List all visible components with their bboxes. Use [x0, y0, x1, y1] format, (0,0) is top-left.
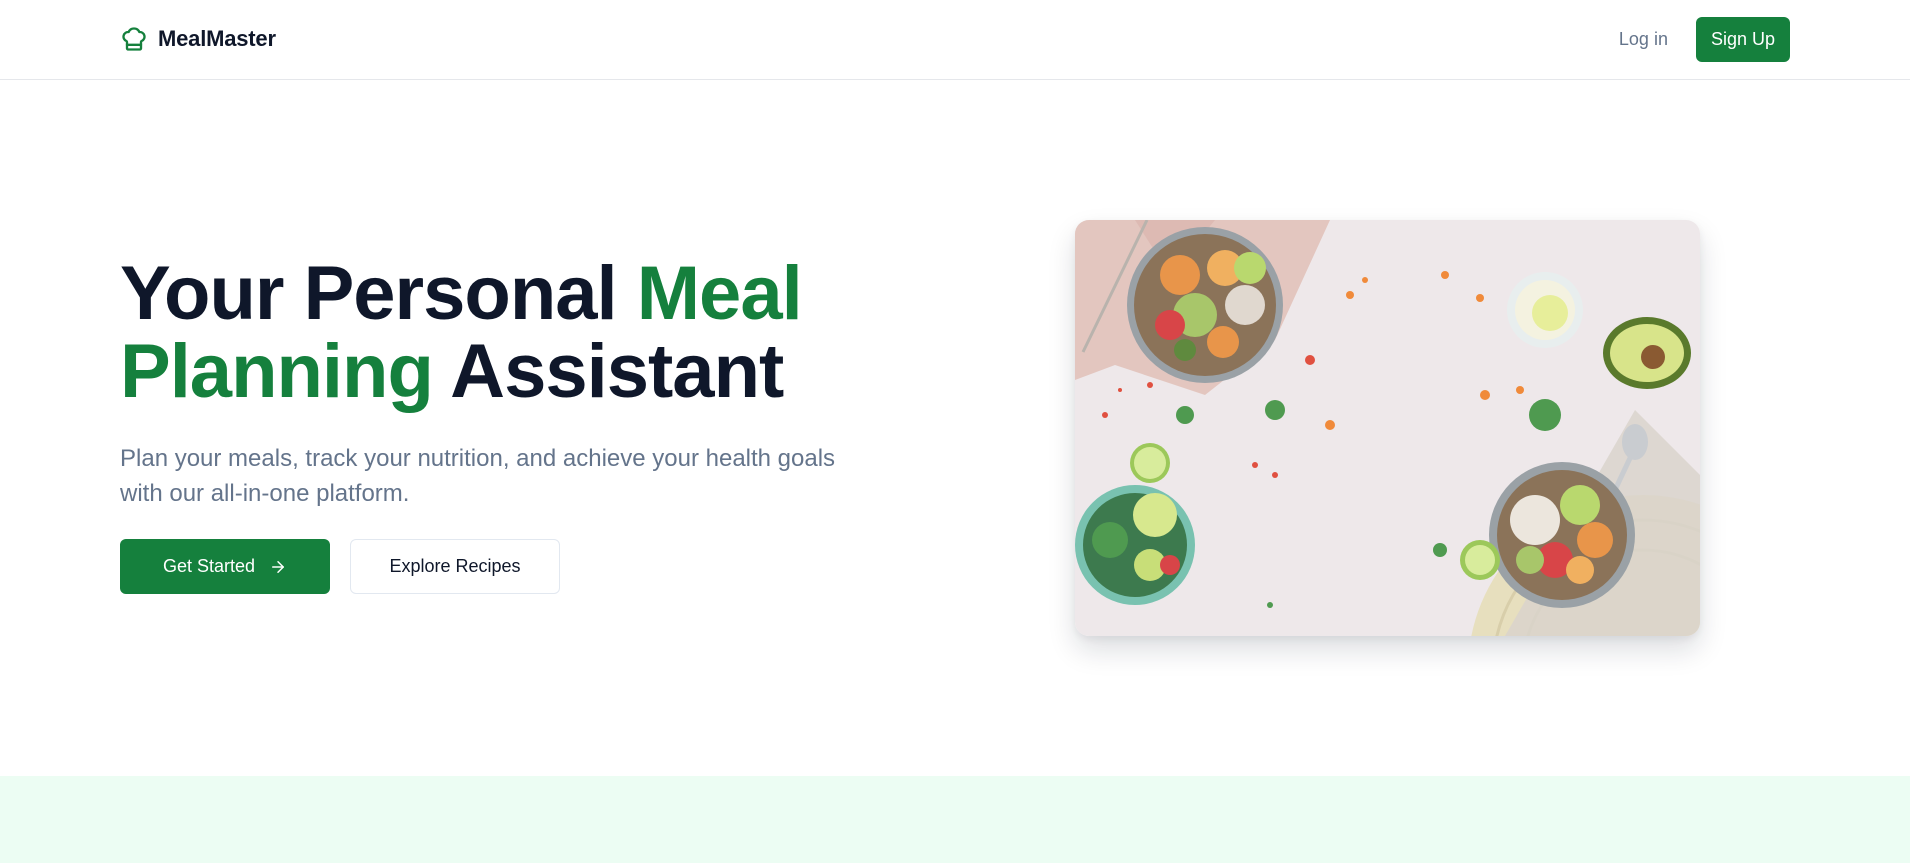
nav-actions: Log in Sign Up [1619, 17, 1790, 62]
hero-section: Your Personal Meal Planning Assistant Pl… [120, 255, 940, 594]
hero-title: Your Personal Meal Planning Assistant [120, 255, 940, 411]
arrow-right-icon [269, 558, 287, 576]
get-started-label: Get Started [162, 556, 256, 576]
explore-recipes-button[interactable]: Explore Recipes [350, 539, 560, 594]
top-navbar: MealMaster Log in Sign Up [0, 0, 1910, 80]
hero-buttons: Get Started Explore Recipes [120, 539, 940, 594]
hero-subtitle: Plan your meals, track your nutrition, a… [120, 445, 836, 507]
hero-title-part2: Assistant [432, 329, 784, 414]
login-link[interactable]: Log in [1619, 29, 1668, 50]
brand-name: MealMaster [158, 26, 276, 51]
chef-hat-icon [120, 25, 148, 53]
hero-food-image [1075, 220, 1700, 636]
brand-logo[interactable]: MealMaster [120, 22, 276, 56]
features-band [0, 776, 1910, 863]
hero-title-part1: Your Personal [120, 251, 637, 336]
signup-button[interactable]: Sign Up [1695, 17, 1790, 62]
get-started-button[interactable]: Get Started [120, 539, 330, 594]
